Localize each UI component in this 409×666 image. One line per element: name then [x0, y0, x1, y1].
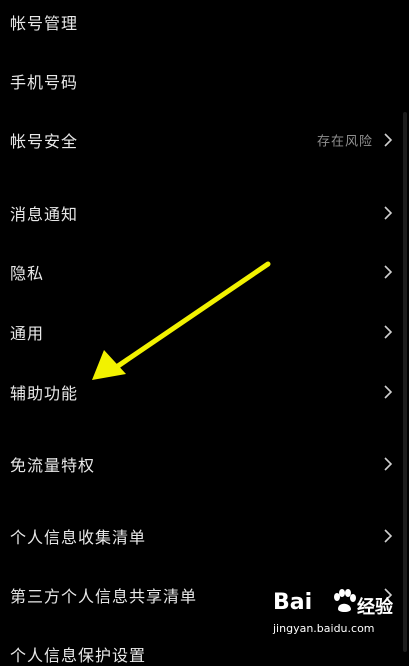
chevron-right-icon — [384, 133, 393, 147]
settings-item-label: 消息通知 — [10, 205, 79, 224]
chevron-right-icon — [384, 206, 393, 220]
chevron-right-icon — [384, 529, 393, 543]
settings-item-label: 隐私 — [10, 264, 45, 283]
settings-item-account-security[interactable]: 帐号安全 存在风险 — [0, 120, 409, 160]
settings-item-label: 通用 — [10, 324, 45, 343]
settings-item-label: 辅助功能 — [10, 384, 79, 403]
settings-item-free-data-privilege[interactable]: 免流量特权 — [0, 444, 409, 484]
settings-item-label: 帐号管理 — [10, 14, 79, 33]
risk-status-text: 存在风险 — [316, 134, 373, 150]
watermark-brand: Bai — [273, 590, 313, 615]
paw-icon — [334, 589, 356, 612]
settings-item-label: 手机号码 — [10, 73, 79, 92]
chevron-right-icon — [384, 385, 393, 399]
settings-item-label: 个人信息收集清单 — [10, 528, 147, 547]
settings-item-label: 帐号安全 — [10, 132, 79, 151]
baidu-jingyan-watermark: Bai 经验 jingyan.baidu.com — [273, 586, 397, 646]
settings-item-account-management[interactable]: 帐号管理 — [0, 2, 409, 42]
scrollbar-track[interactable] — [403, 112, 407, 652]
watermark-url: jingyan.baidu.com — [273, 622, 375, 635]
settings-item-personal-info-collection-list[interactable]: 个人信息收集清单 — [0, 516, 409, 556]
chevron-right-icon — [384, 457, 393, 471]
settings-item-accessibility[interactable]: 辅助功能 — [0, 372, 409, 412]
chevron-right-icon — [384, 265, 393, 279]
settings-item-phone-number[interactable]: 手机号码 — [0, 61, 409, 101]
settings-item-partial[interactable]: 个人信息保护设置 — [10, 642, 146, 666]
settings-item-label: 免流量特权 — [10, 456, 96, 475]
settings-item-general[interactable]: 通用 — [0, 312, 409, 352]
watermark-suffix: 经验 — [357, 597, 393, 618]
settings-item-label: 第三方个人信息共享清单 — [10, 587, 198, 606]
settings-item-privacy[interactable]: 隐私 — [0, 252, 409, 292]
chevron-right-icon — [384, 325, 393, 339]
settings-item-notifications[interactable]: 消息通知 — [0, 193, 409, 233]
